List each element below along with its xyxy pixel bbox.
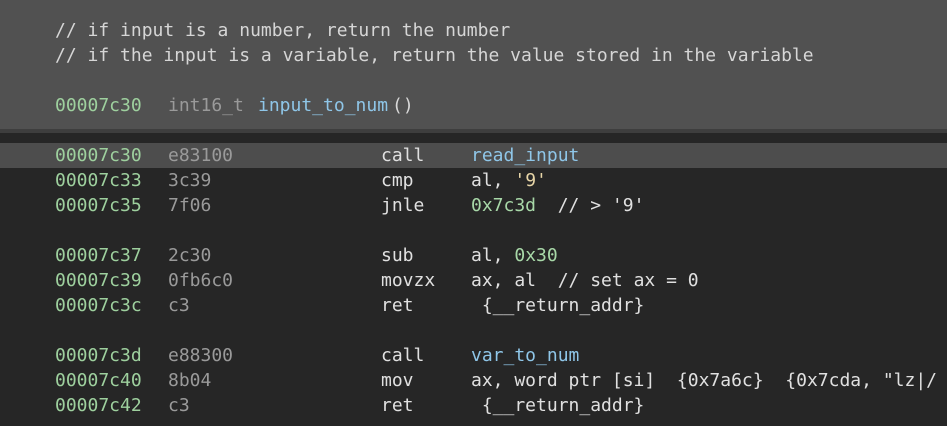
operand-address-link[interactable]: 0x7c3d: [471, 195, 536, 216]
operand-string: '9': [514, 170, 547, 191]
instruction-operands: al, '9': [471, 168, 547, 193]
instruction-mnemonic: ret: [381, 295, 414, 316]
instruction-operands: var_to_num: [471, 343, 579, 368]
instruction-operands: read_input: [471, 143, 579, 168]
operand-text: al,: [471, 245, 515, 266]
instruction-row[interactable]: 00007c39 0fb6c0 movzx ax, al // set ax =…: [0, 268, 947, 293]
instruction-address[interactable]: 00007c3d: [55, 343, 142, 368]
inline-comment: // > '9': [536, 195, 645, 216]
instruction-address[interactable]: 00007c33: [55, 168, 142, 193]
signature-function-name[interactable]: input_to_num: [258, 93, 388, 118]
instruction-bytes: 8b04: [168, 370, 212, 391]
instruction-address[interactable]: 00007c35: [55, 193, 142, 218]
instruction-row[interactable]: 00007c35 7f06 jnle 0x7c3d // > '9': [0, 193, 947, 218]
instruction-mnemonic: call: [381, 345, 425, 366]
operand-text: ax, al: [471, 270, 537, 291]
instruction-bytes: 7f06: [168, 195, 212, 216]
operand-value-annotation: {0x7cda, "lz|/: [763, 370, 937, 391]
signature-parens: (): [392, 95, 414, 116]
comment-text: // if the input is a variable, return th…: [55, 45, 814, 66]
instruction-bytes: 0fb6c0: [168, 270, 234, 291]
instruction-address[interactable]: 00007c30: [55, 143, 142, 168]
instruction-operands: ax, al // set ax = 0: [471, 268, 699, 293]
instruction-mnemonic: sub: [381, 245, 414, 266]
instruction-bytes: c3: [168, 295, 190, 316]
instruction-row[interactable]: 00007c33 3c39 cmp al, '9': [0, 168, 947, 193]
header-divider: [0, 129, 947, 133]
operand-symbol-link[interactable]: read_input: [471, 145, 579, 166]
instruction-mnemonic: cmp: [381, 170, 414, 191]
instruction-operands: 0x7c3d // > '9': [471, 193, 644, 218]
operand-text: al,: [471, 170, 515, 191]
instruction-mnemonic: ret: [381, 395, 414, 416]
instruction-operands: ax, word ptr [si] {0x7a6c} {0x7cda, "lz|…: [471, 368, 937, 393]
instruction-row-selected[interactable]: 00007c30 e83100 call read_input: [0, 143, 947, 168]
operand-value-annotation: {0x7a6c}: [676, 370, 764, 391]
inline-comment: // set ax = 0: [536, 270, 699, 291]
instruction-bytes: e83100: [168, 145, 234, 166]
signature-address[interactable]: 00007c30: [55, 93, 142, 118]
instruction-operands: al, 0x30: [471, 243, 558, 268]
instruction-row[interactable]: 00007c3c c3 ret {__return_addr}: [0, 293, 947, 318]
instruction-address[interactable]: 00007c39: [55, 268, 142, 293]
instruction-mnemonic: jnle: [381, 195, 425, 216]
instruction-bytes: e88300: [168, 345, 234, 366]
instruction-address[interactable]: 00007c40: [55, 368, 142, 393]
instruction-row[interactable]: 00007c3d e88300 call var_to_num: [0, 343, 947, 368]
signature-return-type[interactable]: int16_t: [168, 93, 244, 118]
operand-number: 0x30: [514, 245, 558, 266]
instruction-address[interactable]: 00007c3c: [55, 293, 142, 318]
instruction-bytes: 3c39: [168, 170, 212, 191]
instruction-row[interactable]: 00007c37 2c30 sub al, 0x30: [0, 243, 947, 268]
instruction-mnemonic: mov: [381, 370, 414, 391]
instruction-bytes: c3: [168, 395, 190, 416]
instruction-mnemonic: movzx: [381, 270, 436, 291]
operand-symbol-link[interactable]: var_to_num: [471, 345, 579, 366]
instruction-row[interactable]: 00007c40 8b04 mov ax, word ptr [si] {0x7…: [0, 368, 947, 393]
function-signature[interactable]: 00007c30 int16_t input_to_num (): [0, 93, 947, 118]
instruction-address[interactable]: 00007c37: [55, 243, 142, 268]
instruction-bytes: 2c30: [168, 245, 212, 266]
comment-text: // if input is a number, return the numb…: [55, 20, 511, 41]
instruction-operands: {__return_addr}: [471, 395, 645, 416]
instruction-mnemonic: call: [381, 145, 425, 166]
header-comment-line-1: // if input is a number, return the numb…: [0, 18, 947, 43]
instruction-address[interactable]: 00007c42: [55, 393, 142, 418]
header-comment-line-2: // if the input is a variable, return th…: [0, 43, 947, 68]
instruction-row[interactable]: 00007c42 c3 ret {__return_addr}: [0, 393, 947, 418]
instruction-operands: {__return_addr}: [471, 295, 645, 316]
operand-text: ax, word ptr [si]: [471, 370, 677, 391]
